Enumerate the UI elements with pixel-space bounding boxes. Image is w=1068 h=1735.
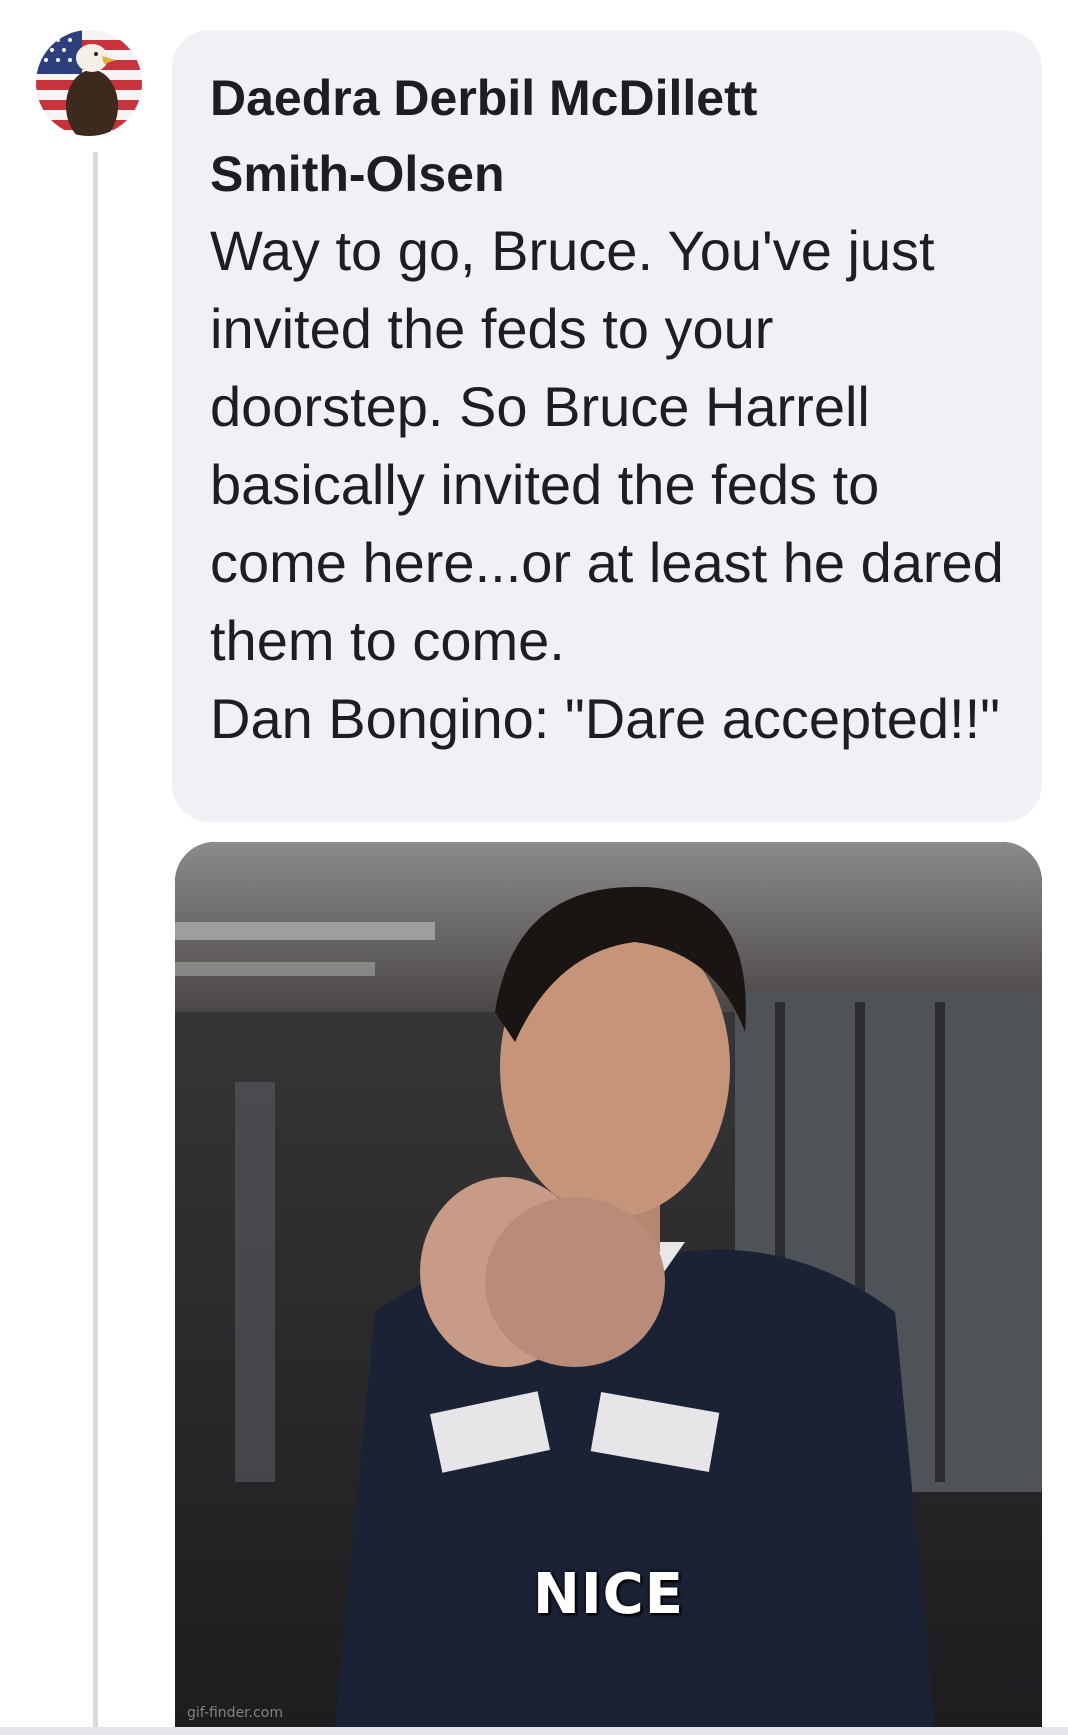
gif-attachment[interactable]: NICE gif-finder.com <box>175 842 1042 1727</box>
eagle-flag-avatar-icon <box>36 30 142 136</box>
bottom-divider <box>0 1727 1068 1735</box>
thread-line <box>93 152 98 1735</box>
comment-paragraph: Dan Bongino: "Dare accepted!!" <box>210 687 1001 750</box>
comment-bubble: Daedra Derbil McDillett Smith-Olsen Way … <box>172 30 1042 822</box>
author-avatar[interactable] <box>36 30 142 136</box>
gif-watermark: gif-finder.com <box>187 1705 284 1721</box>
comment-paragraph: Way to go, Bruce. You've just invited th… <box>210 219 1004 672</box>
gif-caption: NICE <box>532 1562 685 1627</box>
comment-author-name[interactable]: Daedra Derbil McDillett Smith-Olsen <box>210 60 850 212</box>
comment-text: Way to go, Bruce. You've just invited th… <box>210 212 1010 758</box>
